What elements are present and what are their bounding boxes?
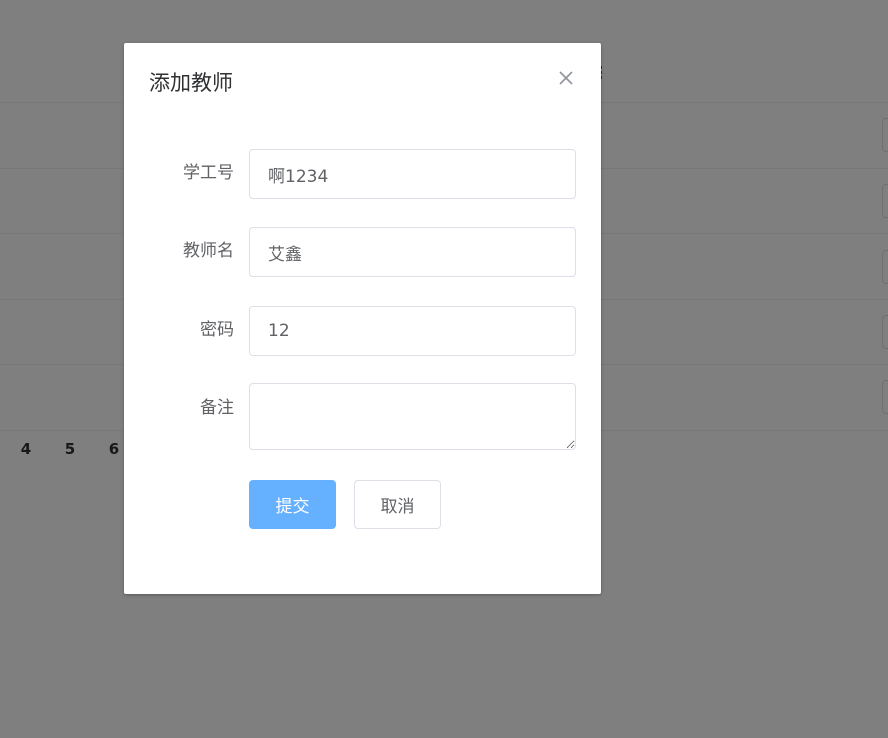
remark-label: 备注	[200, 398, 234, 418]
teacher-name-input[interactable]	[249, 227, 576, 277]
add-teacher-dialog: 添加教师 学工号 教师名 密码 备注 提交 取消	[124, 43, 601, 594]
remark-textarea[interactable]	[249, 383, 576, 450]
cancel-button[interactable]: 取消	[354, 480, 441, 529]
teacher-name-label: 教师名	[183, 241, 234, 261]
close-icon[interactable]	[556, 68, 576, 88]
dialog-title: 添加教师	[149, 71, 233, 95]
staff-id-input[interactable]	[249, 149, 576, 199]
password-label: 密码	[200, 320, 234, 340]
password-input[interactable]	[249, 306, 576, 356]
staff-id-label: 学工号	[183, 163, 234, 183]
submit-button[interactable]: 提交	[249, 480, 336, 529]
